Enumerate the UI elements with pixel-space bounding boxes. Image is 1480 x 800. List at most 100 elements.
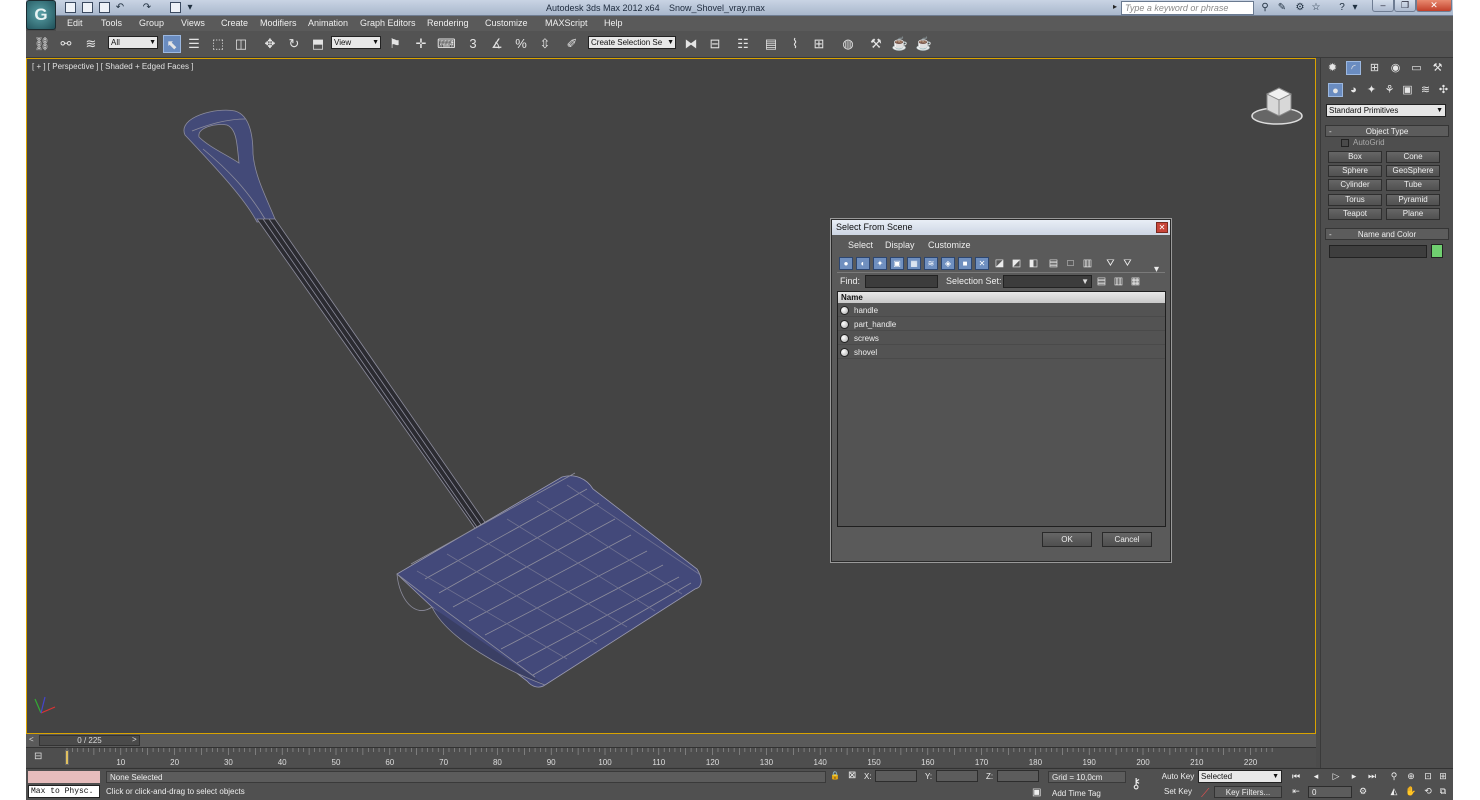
list-item[interactable]: shovel — [838, 346, 1165, 359]
menu-customize[interactable]: Customize — [485, 18, 528, 28]
display-invert-icon[interactable]: ◧ — [1027, 257, 1040, 270]
menu-help[interactable]: Help — [604, 18, 623, 28]
teapot-button[interactable]: Teapot — [1328, 208, 1382, 220]
cylinder-button[interactable]: Cylinder — [1328, 179, 1382, 191]
menu-maxscript[interactable]: MAXScript — [545, 18, 588, 28]
render-production-icon[interactable]: ☕ — [915, 35, 933, 53]
select-all-icon[interactable]: ▤ — [1047, 257, 1060, 270]
display-groups-icon[interactable]: ◈ — [941, 257, 955, 270]
unlink-icon[interactable]: ⚯ — [57, 35, 75, 53]
display-helpers-icon[interactable]: ▦ — [907, 257, 921, 270]
new-file-icon[interactable] — [65, 2, 76, 13]
zoom-all-icon[interactable]: ⊕ — [1404, 770, 1418, 783]
geosphere-button[interactable]: GeoSphere — [1386, 165, 1440, 177]
link-icon[interactable]: ⛓ — [33, 35, 51, 53]
help-icon[interactable]: ? — [1336, 2, 1348, 14]
name-and-color-rollout[interactable]: - Name and Color — [1325, 228, 1449, 240]
set-key-mode-icon[interactable]: ⟋ — [1201, 786, 1209, 800]
filter-options-icon[interactable]: ⛛ — [1121, 257, 1134, 270]
pyramid-button[interactable]: Pyramid — [1386, 194, 1440, 206]
redo-icon[interactable]: ↷ — [141, 2, 153, 14]
time-configuration-icon[interactable]: ⚙ — [1356, 785, 1370, 798]
schematic-view-icon[interactable]: ⊞ — [810, 35, 828, 53]
pivot-center-icon[interactable]: ⚑ — [386, 35, 404, 53]
frame-ruler[interactable]: 10 20 30 40 50 60 70 80 90 100 110 120 130 140 150 160 1… — [63, 748, 1278, 768]
modify-tab-icon[interactable]: ◜ — [1346, 61, 1361, 75]
x-coordinate-input[interactable] — [875, 770, 917, 782]
play-icon[interactable]: ▷ — [1329, 770, 1343, 783]
menu-tools[interactable]: Tools — [101, 18, 122, 28]
zoom-extents-icon[interactable]: ⊡ — [1421, 770, 1435, 783]
ok-button[interactable]: OK — [1042, 532, 1092, 547]
named-selection-dropdown[interactable]: Create Selection Se ▼ — [588, 36, 676, 49]
menu-group[interactable]: Group — [139, 18, 164, 28]
select-and-move-icon[interactable]: ✥ — [261, 35, 279, 53]
display-none-icon[interactable]: ◩ — [1010, 257, 1023, 270]
current-frame-marker[interactable] — [65, 750, 69, 765]
select-invert-icon[interactable]: ▥ — [1081, 257, 1094, 270]
geometry-category-icon[interactable]: ● — [1328, 83, 1343, 97]
list-item[interactable]: part_handle — [838, 318, 1165, 331]
field-of-view-icon[interactable]: ◭ — [1387, 785, 1401, 798]
add-time-tag[interactable]: Add Time Tag — [1052, 789, 1101, 798]
y-coordinate-input[interactable] — [936, 770, 978, 782]
display-bones-icon[interactable]: ✕ — [975, 257, 989, 270]
time-tag-icon[interactable]: ▣ — [1032, 787, 1041, 798]
key-mode-toggle-icon[interactable]: ⇤ — [1289, 785, 1303, 798]
auto-key-button[interactable]: Auto Key — [1159, 771, 1197, 783]
maxscript-listener-input[interactable] — [28, 771, 100, 783]
display-space-warps-icon[interactable]: ≋ — [924, 257, 938, 270]
space-warps-category-icon[interactable]: ≋ — [1418, 83, 1433, 97]
search-expand-icon[interactable]: ▸ — [1113, 2, 1120, 14]
display-lights-icon[interactable]: ✦ — [873, 257, 887, 270]
torus-button[interactable]: Torus — [1328, 194, 1382, 206]
zoom-icon[interactable]: ⚲ — [1387, 770, 1401, 783]
open-file-icon[interactable] — [82, 2, 93, 13]
spinner-snap-icon[interactable]: ⇳ — [536, 35, 554, 53]
rect-selection-region-icon[interactable]: ⬚ — [209, 35, 227, 53]
rendered-frame-window-icon[interactable]: ☕ — [891, 35, 909, 53]
dialog-menu-customize[interactable]: Customize — [928, 240, 971, 250]
tube-button[interactable]: Tube — [1386, 179, 1440, 191]
close-window-button[interactable]: ✕ — [1416, 0, 1452, 12]
reference-coordinate-dropdown[interactable]: View ▼ — [331, 36, 381, 49]
list-item[interactable]: screws — [838, 332, 1165, 345]
favorites-icon[interactable]: ☆ — [1310, 2, 1322, 14]
project-folder-icon[interactable] — [170, 2, 181, 13]
keyword-search-input[interactable]: Type a keyword or phrase — [1121, 1, 1254, 15]
keyboard-shortcut-override-icon[interactable]: ⌨ — [437, 35, 456, 53]
object-name-input[interactable] — [1329, 245, 1427, 258]
lights-category-icon[interactable]: ✦ — [1364, 83, 1379, 97]
percent-snap-icon[interactable]: % — [512, 35, 530, 53]
menu-rendering[interactable]: Rendering — [427, 18, 469, 28]
object-color-swatch[interactable] — [1431, 244, 1443, 258]
select-none-icon[interactable]: □ — [1064, 257, 1077, 270]
hierarchy-tab-icon[interactable]: ⊞ — [1367, 61, 1382, 75]
angle-snap-icon[interactable]: ∡ — [488, 35, 506, 53]
cancel-button[interactable]: Cancel — [1102, 532, 1152, 547]
graphite-ribbon-icon[interactable]: ▤ — [762, 35, 780, 53]
time-slider-thumb[interactable]: 0 / 225 — [39, 735, 140, 746]
current-frame-input[interactable]: 0 — [1308, 786, 1352, 798]
z-coordinate-input[interactable] — [997, 770, 1039, 782]
pan-view-icon[interactable]: ✋ — [1404, 785, 1418, 798]
help-dropdown-icon[interactable]: ▾ — [1349, 2, 1361, 14]
viewcube-icon[interactable] — [1249, 82, 1305, 126]
quick-access-dropdown-icon[interactable]: ▾ — [184, 2, 196, 14]
utilities-tab-icon[interactable]: ⚒ — [1430, 61, 1445, 75]
dialog-menu-display[interactable]: Display — [885, 240, 915, 250]
mirror-icon[interactable]: ⧓ — [682, 35, 700, 53]
mini-curve-editor-icon[interactable]: ⊟ — [34, 751, 50, 763]
render-setup-icon[interactable]: ⚒ — [867, 35, 885, 53]
name-column-header[interactable]: Name — [838, 292, 1165, 303]
sphere-button[interactable]: Sphere — [1328, 165, 1382, 177]
lock-selection-icon[interactable]: 🔒 — [830, 771, 840, 780]
orbit-icon[interactable]: ⟲ — [1421, 785, 1435, 798]
motion-tab-icon[interactable]: ◉ — [1388, 61, 1403, 75]
dialog-close-button[interactable]: ✕ — [1156, 222, 1168, 233]
binoculars-icon[interactable]: ⚲ — [1259, 2, 1271, 14]
select-by-name-icon[interactable]: ☰ — [185, 35, 203, 53]
selection-set-add-icon[interactable]: ▤ — [1095, 275, 1108, 288]
snaps-toggle-icon[interactable]: 3 — [464, 35, 482, 53]
helpers-category-icon[interactable]: ▣ — [1400, 83, 1415, 97]
